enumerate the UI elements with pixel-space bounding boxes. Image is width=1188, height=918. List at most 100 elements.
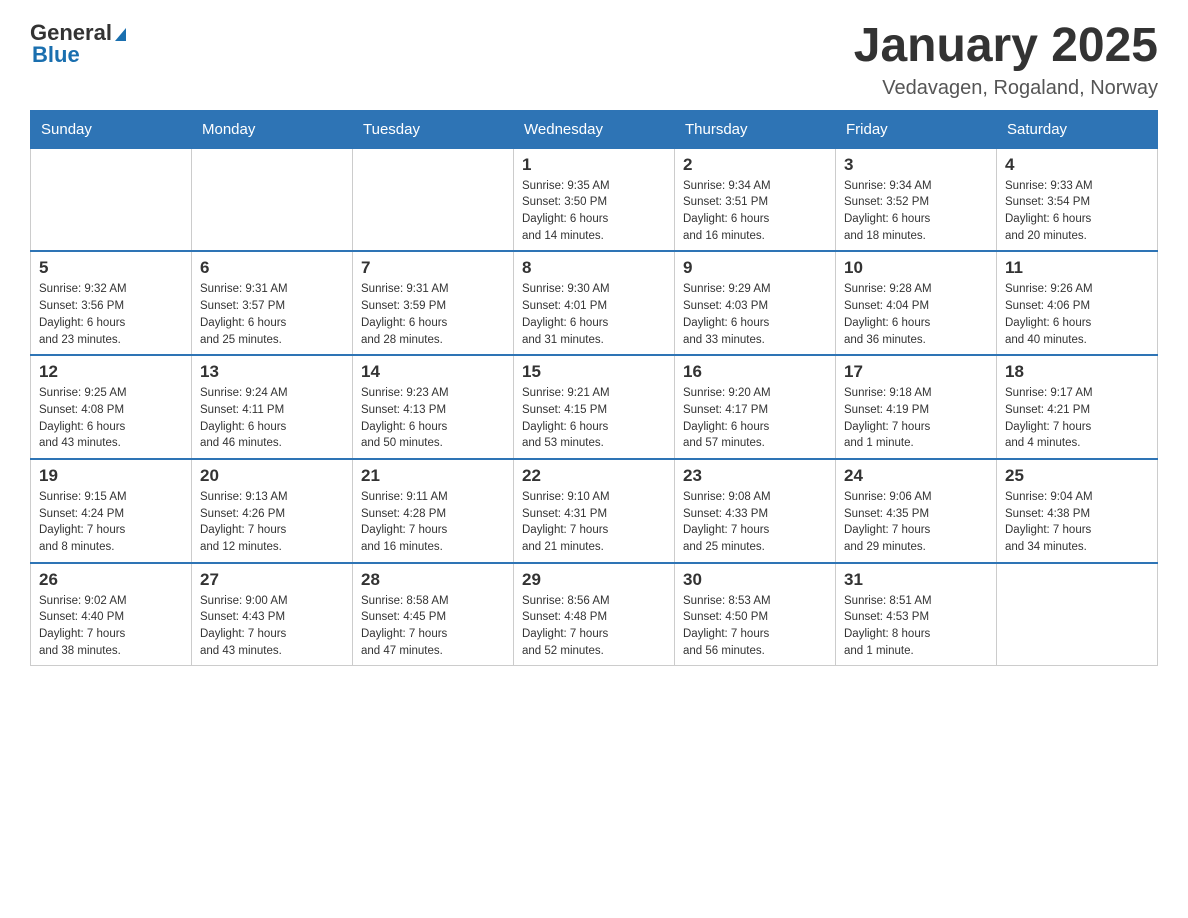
day-number: 28: [361, 570, 505, 590]
day-number: 13: [200, 362, 344, 382]
calendar-cell: 6Sunrise: 9:31 AMSunset: 3:57 PMDaylight…: [192, 251, 353, 355]
day-info: Sunrise: 9:06 AMSunset: 4:35 PMDaylight:…: [844, 489, 988, 556]
day-number: 3: [844, 155, 988, 175]
calendar-header-sunday: Sunday: [31, 110, 192, 148]
day-number: 10: [844, 258, 988, 278]
day-number: 21: [361, 466, 505, 486]
day-number: 8: [522, 258, 666, 278]
day-info: Sunrise: 9:21 AMSunset: 4:15 PMDaylight:…: [522, 385, 666, 452]
day-info: Sunrise: 9:31 AMSunset: 3:59 PMDaylight:…: [361, 281, 505, 348]
calendar-header-saturday: Saturday: [997, 110, 1158, 148]
day-number: 31: [844, 570, 988, 590]
calendar-cell: [997, 563, 1158, 666]
day-info: Sunrise: 9:25 AMSunset: 4:08 PMDaylight:…: [39, 385, 183, 452]
logo-text-blue: Blue: [32, 42, 80, 68]
day-info: Sunrise: 9:10 AMSunset: 4:31 PMDaylight:…: [522, 489, 666, 556]
day-number: 26: [39, 570, 183, 590]
calendar-cell: 1 Sunrise: 9:35 AMSunset: 3:50 PMDaylight…: [514, 148, 675, 251]
calendar-header-wednesday: Wednesday: [514, 110, 675, 148]
calendar-cell: 10 Sunrise: 9:28 AMSunset: 4:04 PMDayligh…: [836, 251, 997, 355]
day-number: 16: [683, 362, 827, 382]
calendar-cell: 3Sunrise: 9:34 AMSunset: 3:52 PMDaylight…: [836, 148, 997, 251]
calendar-cell: 4 Sunrise: 9:33 AMSunset: 3:54 PMDaylight…: [997, 148, 1158, 251]
calendar-cell: [192, 148, 353, 251]
day-number: 29: [522, 570, 666, 590]
calendar-week-row: 5 Sunrise: 9:32 AMSunset: 3:56 PMDaylight…: [31, 251, 1158, 355]
calendar-cell: 21 Sunrise: 9:11 AMSunset: 4:28 PMDayligh…: [353, 459, 514, 563]
day-info: Sunrise: 9:11 AMSunset: 4:28 PMDaylight:…: [361, 489, 505, 556]
calendar-cell: 9 Sunrise: 9:29 AMSunset: 4:03 PMDaylight…: [675, 251, 836, 355]
calendar-cell: [353, 148, 514, 251]
day-info: Sunrise: 9:32 AMSunset: 3:56 PMDaylight:…: [39, 281, 183, 348]
calendar-cell: 30 Sunrise: 8:53 AMSunset: 4:50 PMDayligh…: [675, 563, 836, 666]
calendar-cell: 14Sunrise: 9:23 AMSunset: 4:13 PMDayligh…: [353, 355, 514, 459]
day-number: 4: [1005, 155, 1149, 175]
day-number: 30: [683, 570, 827, 590]
day-number: 27: [200, 570, 344, 590]
day-info: Sunrise: 9:08 AMSunset: 4:33 PMDaylight:…: [683, 489, 827, 556]
day-info: Sunrise: 9:29 AMSunset: 4:03 PMDaylight:…: [683, 281, 827, 348]
calendar-week-row: 1 Sunrise: 9:35 AMSunset: 3:50 PMDaylight…: [31, 148, 1158, 251]
calendar-cell: 26 Sunrise: 9:02 AMSunset: 4:40 PMDayligh…: [31, 563, 192, 666]
day-number: 2: [683, 155, 827, 175]
calendar-header-thursday: Thursday: [675, 110, 836, 148]
day-info: Sunrise: 9:26 AMSunset: 4:06 PMDaylight:…: [1005, 281, 1149, 348]
day-number: 9: [683, 258, 827, 278]
day-number: 19: [39, 466, 183, 486]
calendar-cell: 23Sunrise: 9:08 AMSunset: 4:33 PMDayligh…: [675, 459, 836, 563]
calendar-cell: 12 Sunrise: 9:25 AMSunset: 4:08 PMDayligh…: [31, 355, 192, 459]
day-number: 25: [1005, 466, 1149, 486]
day-info: Sunrise: 8:51 AMSunset: 4:53 PMDaylight:…: [844, 593, 988, 660]
calendar-cell: 27 Sunrise: 9:00 AMSunset: 4:43 PMDayligh…: [192, 563, 353, 666]
calendar-cell: 2 Sunrise: 9:34 AMSunset: 3:51 PMDaylight…: [675, 148, 836, 251]
calendar-cell: 5 Sunrise: 9:32 AMSunset: 3:56 PMDaylight…: [31, 251, 192, 355]
day-info: Sunrise: 9:00 AMSunset: 4:43 PMDaylight:…: [200, 593, 344, 660]
day-info: Sunrise: 8:58 AMSunset: 4:45 PMDaylight:…: [361, 593, 505, 660]
calendar-week-row: 26 Sunrise: 9:02 AMSunset: 4:40 PMDayligh…: [31, 563, 1158, 666]
day-info: Sunrise: 9:15 AMSunset: 4:24 PMDaylight:…: [39, 489, 183, 556]
logo: General Blue: [30, 20, 126, 68]
calendar-table: SundayMondayTuesdayWednesdayThursdayFrid…: [30, 110, 1158, 666]
day-number: 24: [844, 466, 988, 486]
calendar-cell: 18 Sunrise: 9:17 AMSunset: 4:21 PMDayligh…: [997, 355, 1158, 459]
calendar-cell: 28 Sunrise: 8:58 AMSunset: 4:45 PMDayligh…: [353, 563, 514, 666]
day-number: 18: [1005, 362, 1149, 382]
day-number: 1: [522, 155, 666, 175]
day-info: Sunrise: 9:20 AMSunset: 4:17 PMDaylight:…: [683, 385, 827, 452]
calendar-cell: 15 Sunrise: 9:21 AMSunset: 4:15 PMDayligh…: [514, 355, 675, 459]
day-info: Sunrise: 9:33 AMSunset: 3:54 PMDaylight:…: [1005, 178, 1149, 245]
day-info: Sunrise: 9:02 AMSunset: 4:40 PMDaylight:…: [39, 593, 183, 660]
month-title: January 2025: [854, 20, 1158, 73]
calendar-cell: 13 Sunrise: 9:24 AMSunset: 4:11 PMDayligh…: [192, 355, 353, 459]
calendar-header-monday: Monday: [192, 110, 353, 148]
calendar-header-tuesday: Tuesday: [353, 110, 514, 148]
day-info: Sunrise: 9:17 AMSunset: 4:21 PMDaylight:…: [1005, 385, 1149, 452]
day-info: Sunrise: 9:24 AMSunset: 4:11 PMDaylight:…: [200, 385, 344, 452]
day-info: Sunrise: 9:28 AMSunset: 4:04 PMDaylight:…: [844, 281, 988, 348]
calendar-week-row: 12 Sunrise: 9:25 AMSunset: 4:08 PMDayligh…: [31, 355, 1158, 459]
calendar-header-row: SundayMondayTuesdayWednesdayThursdayFrid…: [31, 110, 1158, 148]
calendar-cell: 8 Sunrise: 9:30 AMSunset: 4:01 PMDaylight…: [514, 251, 675, 355]
day-number: 5: [39, 258, 183, 278]
calendar-cell: 31 Sunrise: 8:51 AMSunset: 4:53 PMDayligh…: [836, 563, 997, 666]
calendar-cell: 17Sunrise: 9:18 AMSunset: 4:19 PMDayligh…: [836, 355, 997, 459]
day-number: 7: [361, 258, 505, 278]
calendar-header-friday: Friday: [836, 110, 997, 148]
day-number: 14: [361, 362, 505, 382]
page-header: General Blue January 2025 Vedavagen, Rog…: [30, 20, 1158, 100]
calendar-cell: 11 Sunrise: 9:26 AMSunset: 4:06 PMDayligh…: [997, 251, 1158, 355]
day-info: Sunrise: 9:30 AMSunset: 4:01 PMDaylight:…: [522, 281, 666, 348]
calendar-cell: 7 Sunrise: 9:31 AMSunset: 3:59 PMDaylight…: [353, 251, 514, 355]
day-info: Sunrise: 8:53 AMSunset: 4:50 PMDaylight:…: [683, 593, 827, 660]
day-info: Sunrise: 9:34 AMSunset: 3:51 PMDaylight:…: [683, 178, 827, 245]
day-number: 15: [522, 362, 666, 382]
day-info: Sunrise: 9:35 AMSunset: 3:50 PMDaylight:…: [522, 178, 666, 245]
day-info: Sunrise: 8:56 AMSunset: 4:48 PMDaylight:…: [522, 593, 666, 660]
calendar-cell: 16 Sunrise: 9:20 AMSunset: 4:17 PMDayligh…: [675, 355, 836, 459]
day-number: 12: [39, 362, 183, 382]
day-info: Sunrise: 9:31 AMSunset: 3:57 PMDaylight:…: [200, 281, 344, 348]
day-number: 11: [1005, 258, 1149, 278]
day-info: Sunrise: 9:13 AMSunset: 4:26 PMDaylight:…: [200, 489, 344, 556]
calendar-cell: [31, 148, 192, 251]
calendar-cell: 25Sunrise: 9:04 AMSunset: 4:38 PMDayligh…: [997, 459, 1158, 563]
